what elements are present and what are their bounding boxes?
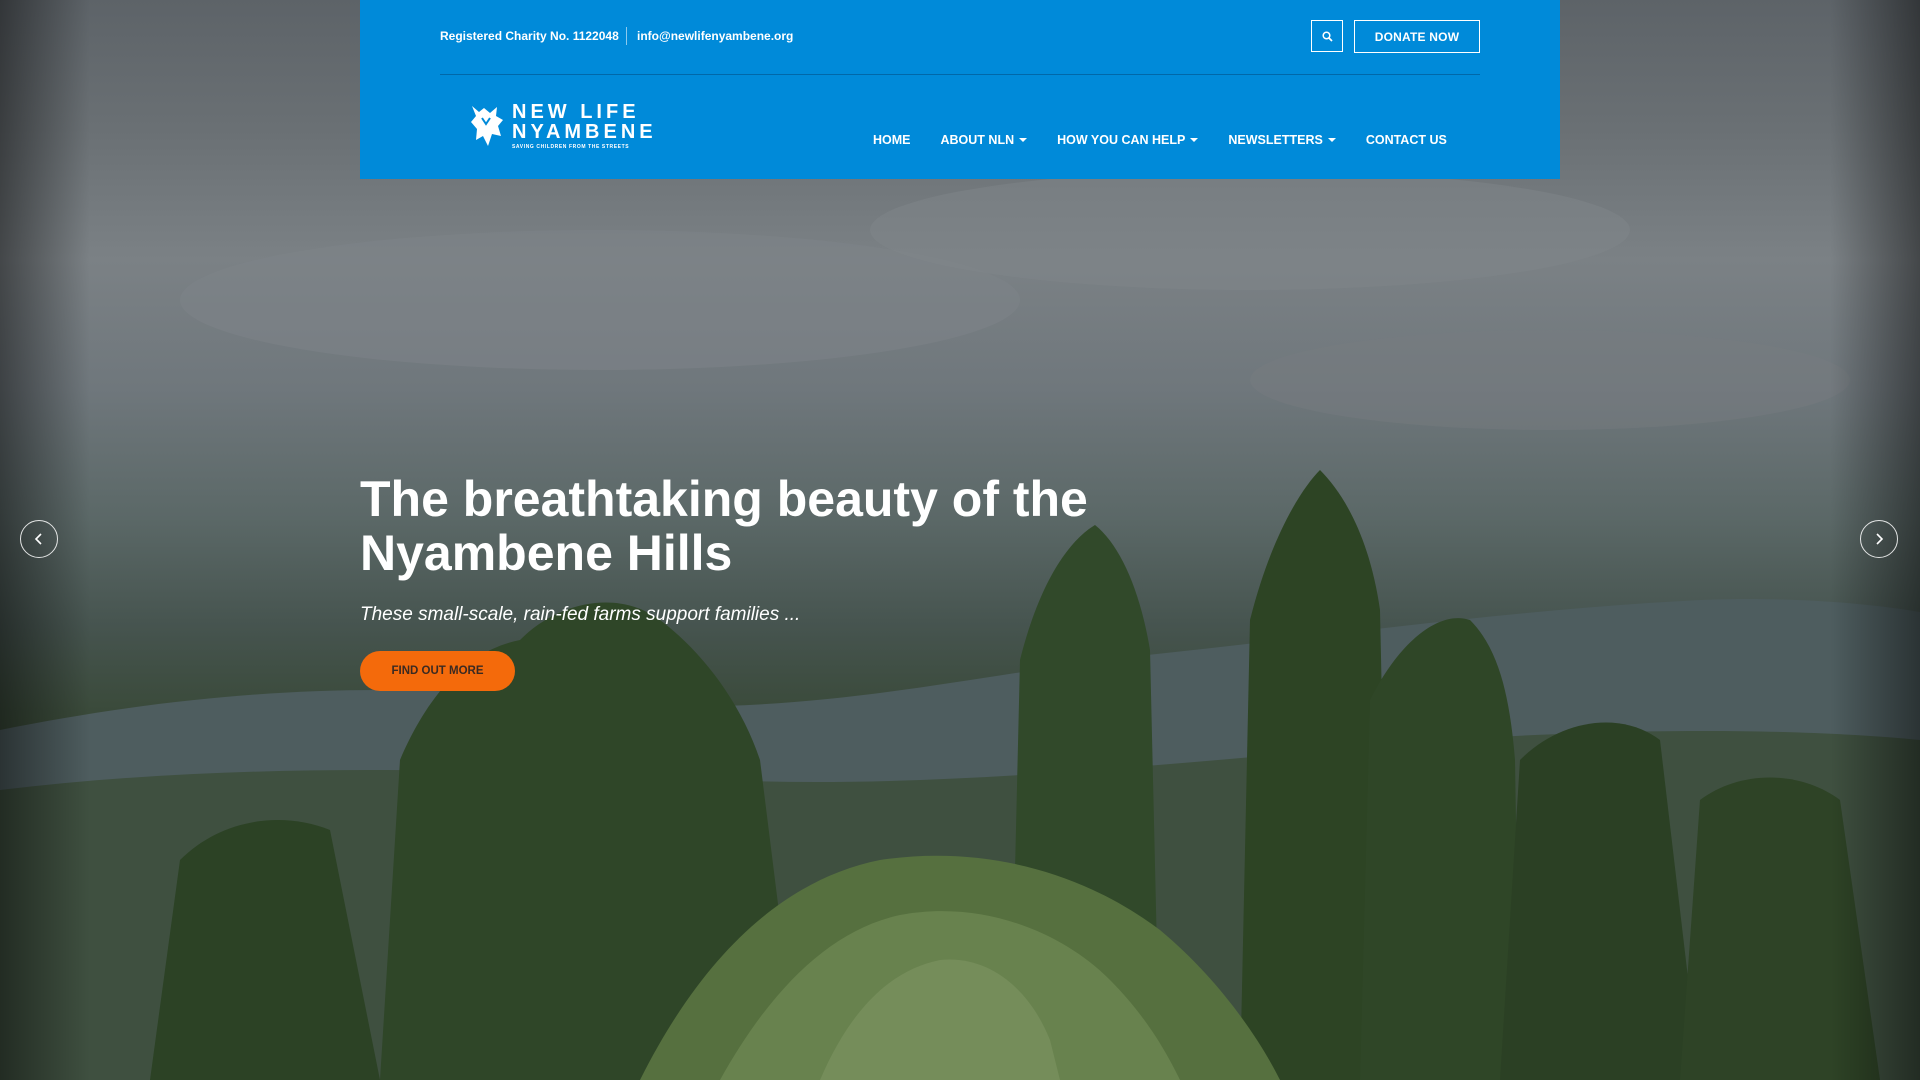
nav-how-you-can-help[interactable]: HOW YOU CAN HELP [1057, 133, 1199, 147]
charity-number: Registered Charity No. 1122048 [440, 29, 619, 43]
site-logo[interactable]: NEW LIFE NYAMBENE SAVING CHILDREN FROM T… [470, 102, 657, 150]
search-button[interactable] [1311, 20, 1343, 52]
logo-wordmark: NEW LIFE NYAMBENE SAVING CHILDREN FROM T… [512, 102, 657, 150]
find-out-more-button[interactable]: FIND OUT MORE [360, 651, 515, 691]
slide-title: The breathtaking beauty of the Nyambene … [360, 472, 1260, 580]
topbar-divider [626, 27, 627, 45]
caret-down-icon [1019, 138, 1028, 142]
carousel-next-button[interactable] [1860, 520, 1898, 558]
top-bar: Registered Charity No. 1122048 info@newl… [440, 0, 1480, 75]
lion-logo-icon [471, 106, 503, 146]
nav-newsletters[interactable]: NEWSLETTERS [1228, 133, 1336, 147]
slide-subtitle: These small-scale, rain-fed farms suppor… [360, 604, 801, 625]
nav-label: CONTACT US [1365, 133, 1447, 147]
caret-down-icon [1190, 138, 1199, 142]
nav-label: NEWSLETTERS [1228, 133, 1323, 147]
caret-down-icon [1327, 138, 1336, 142]
nav-label: HOW YOU CAN HELP [1057, 133, 1186, 147]
logo-line2: NYAMBENE [512, 121, 657, 143]
nav-about-nln[interactable]: ABOUT NLN [941, 133, 1028, 147]
search-icon [1321, 30, 1333, 42]
slide-title-line1: The breathtaking beauty of the [360, 471, 1088, 527]
contact-email-link[interactable]: info@newlifenyambene.org [637, 29, 793, 43]
nav-label: ABOUT NLN [940, 133, 1015, 147]
logo-tagline: SAVING CHILDREN FROM THE STREETS [512, 144, 630, 150]
nav-home[interactable]: HOME [873, 133, 911, 147]
donate-now-button[interactable]: DONATE NOW [1354, 20, 1480, 53]
main-nav: HOME ABOUT NLN HOW YOU CAN HELP NEWSLETT… [873, 133, 1447, 147]
site-header: Registered Charity No. 1122048 info@newl… [360, 0, 1560, 179]
nav-label: HOME [873, 133, 911, 147]
slide-title-line2: Nyambene Hills [360, 525, 733, 581]
carousel-prev-button[interactable] [20, 520, 58, 558]
chevron-left-icon [34, 533, 42, 545]
chevron-right-icon [1876, 533, 1884, 545]
nav-contact-us[interactable]: CONTACT US [1366, 133, 1447, 147]
logo-line1: NEW LIFE [512, 101, 640, 123]
